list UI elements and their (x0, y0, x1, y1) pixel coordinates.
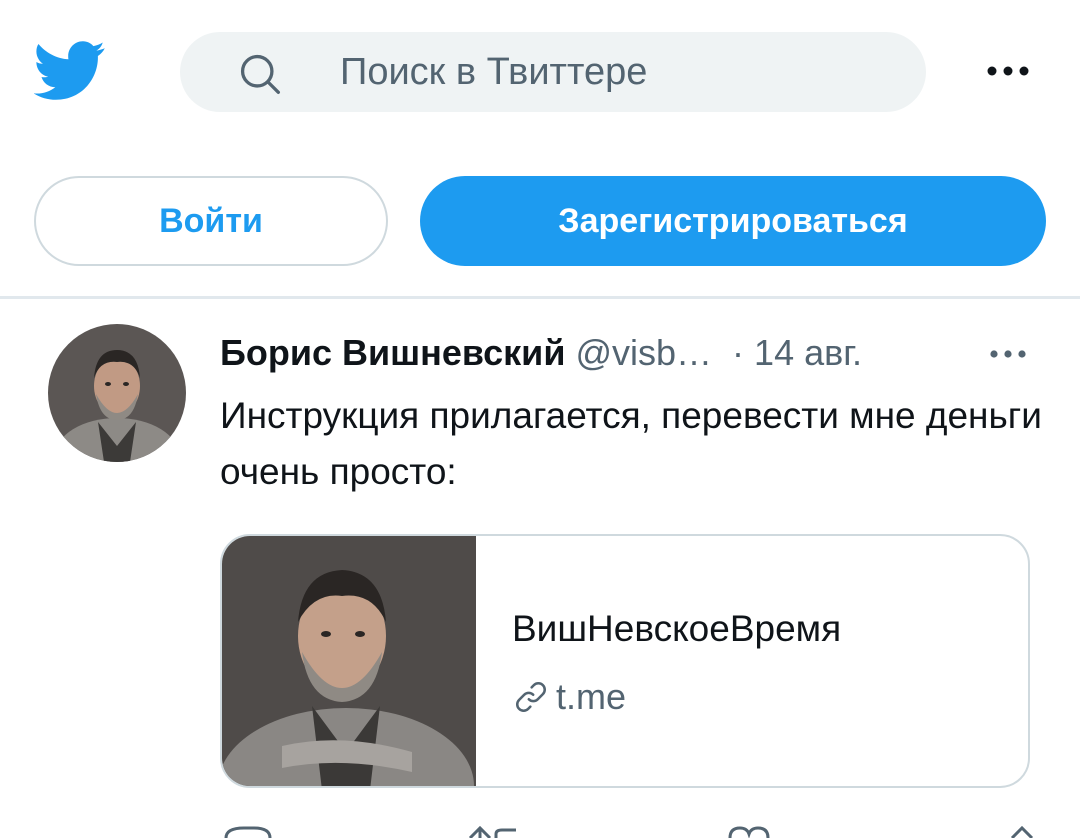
divider (0, 296, 1080, 299)
more-icon[interactable] (980, 56, 1036, 86)
author-handle[interactable]: @visb… (575, 332, 712, 373)
tweet-text: Инструкция прилагается, перевести мне де… (220, 395, 1042, 492)
tweet-date[interactable]: 14 авг. (754, 332, 862, 373)
separator-dot: · (732, 332, 745, 373)
twitter-bird-icon[interactable] (34, 40, 106, 102)
card-domain[interactable]: t.me (512, 676, 626, 718)
search-icon (240, 54, 280, 94)
search-bar[interactable]: Поиск в Твиттере (180, 32, 926, 112)
more-icon[interactable] (986, 344, 1030, 364)
card-thumbnail (222, 536, 476, 786)
tweet-header: Борис Вишневский @visb… · 14 авг. (220, 326, 1040, 380)
avatar[interactable] (48, 324, 186, 462)
link-icon (516, 682, 546, 712)
tweet-actions (220, 822, 1040, 838)
card-title[interactable]: ВишНевскоеВремя (512, 608, 841, 650)
link-card[interactable]: ВишНевскоеВремя t.me (220, 534, 1030, 788)
share-icon[interactable] (1010, 825, 1034, 838)
like-icon[interactable] (728, 826, 770, 838)
top-bar: Поиск в Твиттере (0, 0, 1080, 140)
auth-buttons: Войти Зарегистрироваться (0, 176, 1080, 268)
card-domain-text: t.me (556, 676, 627, 717)
signup-button[interactable]: Зарегистрироваться (420, 176, 1046, 266)
login-button[interactable]: Войти (34, 176, 388, 266)
tweet[interactable]: Борис Вишневский @visb… · 14 авг. Инструкц… (0, 300, 1080, 838)
reply-icon[interactable] (224, 826, 272, 838)
author-name[interactable]: Борис Вишневский (220, 332, 565, 373)
search-input[interactable]: Поиск в Твиттере (340, 32, 647, 112)
retweet-icon[interactable] (468, 825, 516, 838)
